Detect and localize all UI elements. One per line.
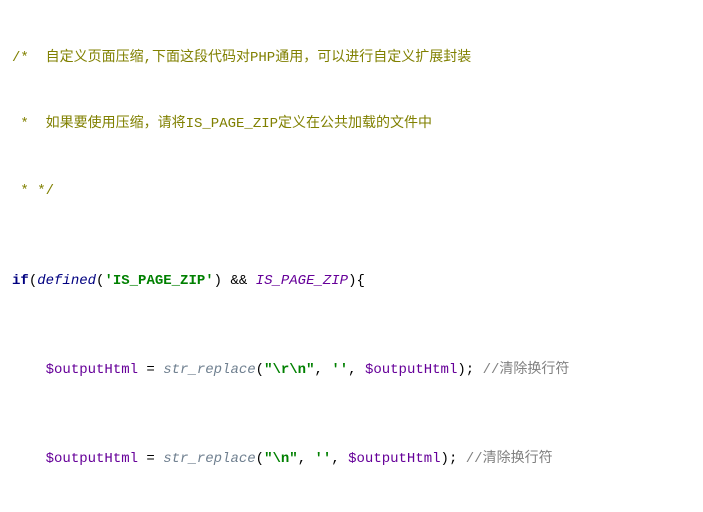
string-literal: '' (315, 451, 332, 467)
constant: IS_PAGE_ZIP (256, 273, 348, 289)
code-line: /* 自定义页面压缩,下面这段代码对PHP通用，可以进行自定义扩展封装 (0, 47, 703, 69)
code-editor: /* 自定义页面压缩,下面这段代码对PHP通用，可以进行自定义扩展封装 * 如果… (0, 0, 703, 512)
comment-text: /* 自定义页面压缩,下面这段代码对PHP通用，可以进行自定义扩展封装 (12, 50, 471, 66)
code-line: $outputHtml = str_replace("\r\n", '', $o… (0, 359, 703, 381)
punct: ( (256, 362, 264, 378)
variable: $outputHtml (365, 362, 457, 378)
variable: $outputHtml (46, 451, 138, 467)
punct: = (138, 362, 163, 378)
punct: ); (441, 451, 466, 467)
punct: ( (29, 273, 37, 289)
code-line: $outputHtml = str_replace("\n", '', $out… (0, 448, 703, 470)
keyword-if: if (12, 273, 29, 289)
string-literal: '' (331, 362, 348, 378)
punct: ( (256, 451, 264, 467)
punct: , (348, 362, 365, 378)
punct: ) && (214, 273, 256, 289)
code-line: * 如果要使用压缩，请将IS_PAGE_ZIP定义在公共加载的文件中 (0, 113, 703, 135)
string-literal: "\r\n" (264, 362, 314, 378)
variable: $outputHtml (46, 362, 138, 378)
trailing-comment: //清除换行符 (483, 362, 570, 378)
trailing-comment: //清除换行符 (466, 451, 553, 467)
punct: , (331, 451, 348, 467)
func-defined: defined (37, 273, 96, 289)
func-str_replace: str_replace (163, 451, 255, 467)
punct: ){ (348, 273, 365, 289)
string-literal: 'IS_PAGE_ZIP' (104, 273, 213, 289)
code-line: if(defined('IS_PAGE_ZIP') && IS_PAGE_ZIP… (0, 270, 703, 292)
comment-text: * 如果要使用压缩，请将IS_PAGE_ZIP定义在公共加载的文件中 (12, 116, 432, 132)
punct: ); (457, 362, 482, 378)
func-str_replace: str_replace (163, 362, 255, 378)
code-line: * */ (0, 180, 703, 202)
punct: = (138, 451, 163, 467)
punct: , (315, 362, 332, 378)
comment-text: * */ (12, 183, 54, 199)
string-literal: "\n" (264, 451, 298, 467)
punct: , (298, 451, 315, 467)
variable: $outputHtml (348, 451, 440, 467)
